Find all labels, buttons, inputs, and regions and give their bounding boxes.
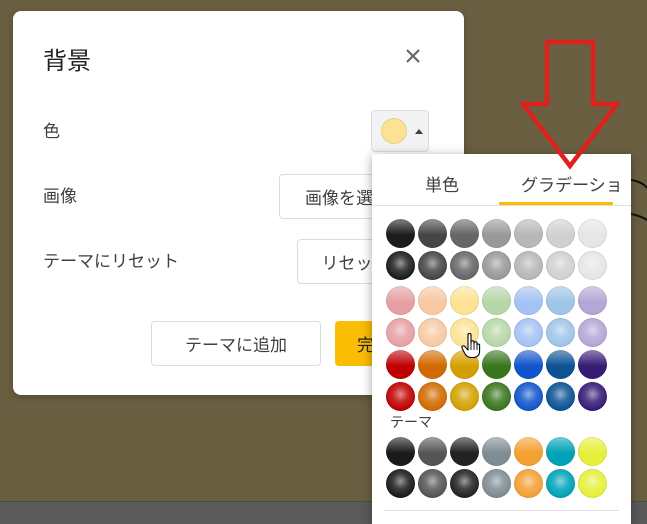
gradient-swatch-light-top-5[interactable] bbox=[514, 286, 543, 315]
gradient-swatch-theme-bottom-6[interactable] bbox=[546, 469, 575, 498]
caret-up-icon bbox=[415, 128, 423, 134]
theme-section-label: テーマ bbox=[390, 415, 432, 431]
gradient-swatch-light-bottom-5[interactable] bbox=[514, 318, 543, 347]
gradient-swatch-dark-top-4[interactable] bbox=[482, 350, 511, 379]
gradient-swatch-gray-bottom-7[interactable] bbox=[578, 251, 607, 280]
gradient-swatch-theme-top-5[interactable] bbox=[514, 437, 543, 466]
gradient-swatch-gray-bottom-1[interactable] bbox=[386, 251, 415, 280]
gradient-swatch-light-top-7[interactable] bbox=[578, 286, 607, 315]
gradient-swatch-theme-bottom-1[interactable] bbox=[386, 469, 415, 498]
tab-gradient[interactable]: グラデーショ bbox=[521, 171, 623, 196]
gradient-swatch-dark-bottom-2[interactable] bbox=[418, 382, 447, 411]
gradient-swatch-dark-bottom-5[interactable] bbox=[514, 382, 543, 411]
gradient-swatch-theme-top-4[interactable] bbox=[482, 437, 511, 466]
gradient-swatch-theme-top-1[interactable] bbox=[386, 437, 415, 466]
gradient-swatch-theme-top-2[interactable] bbox=[418, 437, 447, 466]
color-palette-popup: 単色 グラデーショ テーマ bbox=[372, 154, 631, 524]
gradient-swatch-light-top-2[interactable] bbox=[418, 286, 447, 315]
gradient-swatch-gray-bottom-6[interactable] bbox=[546, 251, 575, 280]
gradient-swatch-light-bottom-4[interactable] bbox=[482, 318, 511, 347]
gradient-swatch-gray-top-4[interactable] bbox=[482, 219, 511, 248]
gradient-swatch-light-top-6[interactable] bbox=[546, 286, 575, 315]
gradient-swatch-dark-top-1[interactable] bbox=[386, 350, 415, 379]
add-to-theme-button[interactable]: テーマに追加 bbox=[151, 321, 321, 366]
image-label: 画像 bbox=[43, 187, 77, 207]
add-to-theme-button-label: テーマに追加 bbox=[185, 336, 287, 356]
gradient-swatch-dark-top-6[interactable] bbox=[546, 350, 575, 379]
gradient-swatch-theme-bottom-4[interactable] bbox=[482, 469, 511, 498]
palette-divider bbox=[384, 510, 619, 511]
gradient-swatch-theme-top-3[interactable] bbox=[450, 437, 479, 466]
gradient-swatch-theme-bottom-7[interactable] bbox=[578, 469, 607, 498]
gradient-swatch-light-bottom-2[interactable] bbox=[418, 318, 447, 347]
gradient-swatch-light-top-1[interactable] bbox=[386, 286, 415, 315]
gradient-swatch-gray-bottom-3[interactable] bbox=[450, 251, 479, 280]
gradient-swatch-gray-top-3[interactable] bbox=[450, 219, 479, 248]
gradient-swatch-dark-bottom-7[interactable] bbox=[578, 382, 607, 411]
choose-image-button-label: 画像を選 bbox=[305, 189, 373, 209]
gradient-swatch-theme-top-6[interactable] bbox=[546, 437, 575, 466]
gradient-swatch-gray-top-5[interactable] bbox=[514, 219, 543, 248]
gradient-swatch-theme-top-7[interactable] bbox=[578, 437, 607, 466]
red-arrow-annotation bbox=[520, 39, 620, 170]
dialog-title: 背景 bbox=[43, 47, 91, 75]
gradient-swatch-dark-bottom-4[interactable] bbox=[482, 382, 511, 411]
gradient-swatch-gray-bottom-4[interactable] bbox=[482, 251, 511, 280]
close-icon bbox=[406, 49, 420, 63]
reset-theme-label: テーマにリセット bbox=[43, 252, 179, 272]
gradient-swatch-light-bottom-1[interactable] bbox=[386, 318, 415, 347]
gradient-swatch-gray-top-1[interactable] bbox=[386, 219, 415, 248]
gradient-swatch-theme-bottom-2[interactable] bbox=[418, 469, 447, 498]
tab-divider bbox=[372, 205, 631, 206]
gradient-swatch-dark-top-2[interactable] bbox=[418, 350, 447, 379]
background-sketch-lines bbox=[631, 179, 647, 221]
reset-button-label: リセッ bbox=[321, 254, 373, 274]
selected-color-swatch bbox=[381, 118, 407, 144]
color-picker-button[interactable] bbox=[371, 110, 429, 152]
gradient-swatch-dark-bottom-3[interactable] bbox=[450, 382, 479, 411]
gradient-swatch-dark-bottom-1[interactable] bbox=[386, 382, 415, 411]
gradient-swatch-dark-top-5[interactable] bbox=[514, 350, 543, 379]
gradient-swatch-light-bottom-7[interactable] bbox=[578, 318, 607, 347]
gradient-swatch-gray-top-6[interactable] bbox=[546, 219, 575, 248]
gradient-swatch-theme-bottom-5[interactable] bbox=[514, 469, 543, 498]
close-button[interactable] bbox=[399, 42, 427, 70]
gradient-swatch-light-bottom-6[interactable] bbox=[546, 318, 575, 347]
gradient-swatch-theme-bottom-3[interactable] bbox=[450, 469, 479, 498]
gradient-swatch-light-top-3[interactable] bbox=[450, 286, 479, 315]
tab-solid[interactable]: 単色 bbox=[425, 171, 459, 196]
gradient-swatch-dark-top-7[interactable] bbox=[578, 350, 607, 379]
color-label: 色 bbox=[43, 122, 60, 142]
gradient-swatch-light-top-4[interactable] bbox=[482, 286, 511, 315]
gradient-swatch-dark-bottom-6[interactable] bbox=[546, 382, 575, 411]
gradient-swatch-gray-bottom-5[interactable] bbox=[514, 251, 543, 280]
gradient-swatch-gray-top-7[interactable] bbox=[578, 219, 607, 248]
gradient-swatch-gray-top-2[interactable] bbox=[418, 219, 447, 248]
hand-pointer-icon bbox=[461, 333, 481, 359]
gradient-swatch-gray-bottom-2[interactable] bbox=[418, 251, 447, 280]
